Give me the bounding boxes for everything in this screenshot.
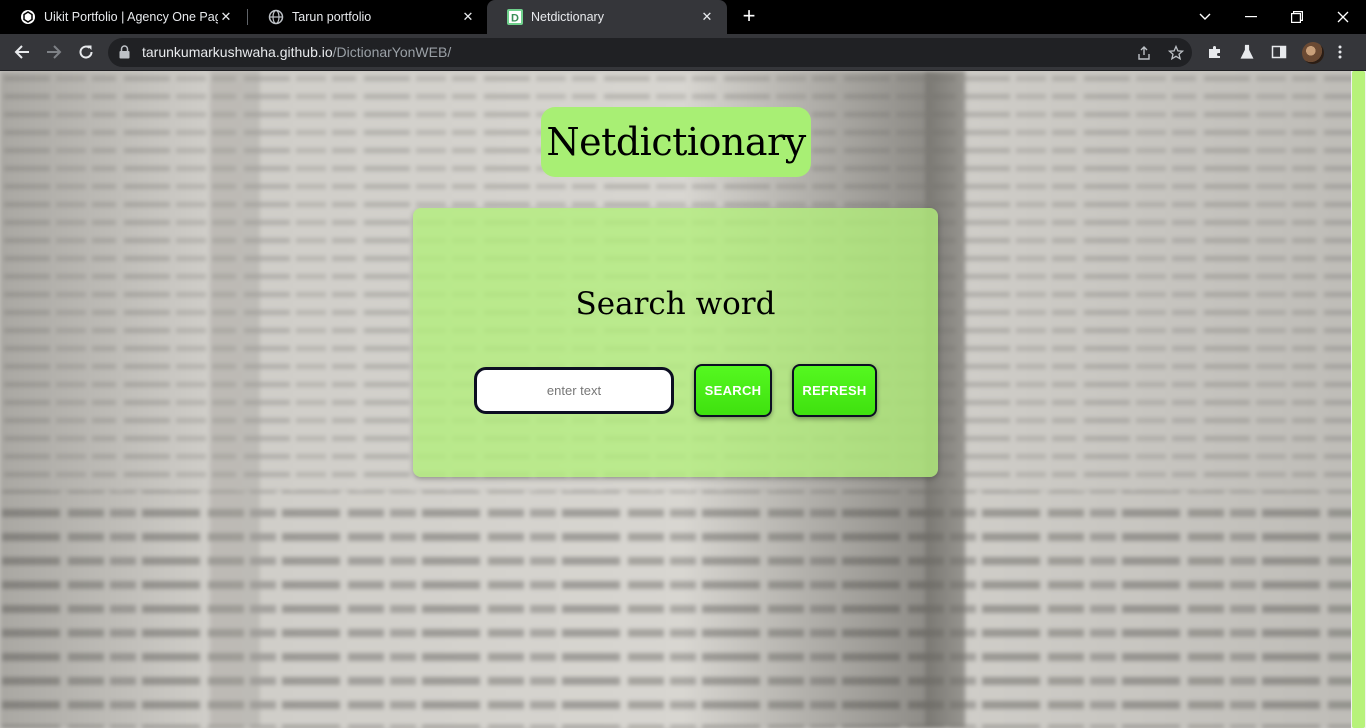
more-options-kebab-icon[interactable] xyxy=(1330,42,1350,62)
tab-title: Netdictionary xyxy=(531,10,604,24)
lock-icon[interactable] xyxy=(119,45,130,64)
share-icon[interactable] xyxy=(1134,43,1154,63)
svg-text:D: D xyxy=(511,13,519,25)
globe-icon xyxy=(268,9,284,25)
restore-icon[interactable] xyxy=(1274,0,1320,34)
scrollbar-thumb[interactable] xyxy=(1352,71,1365,728)
site-title: Netdictionary xyxy=(541,107,811,177)
tab-search-chevron-icon[interactable] xyxy=(1182,0,1228,34)
url-path: /DictionarYonWEB/ xyxy=(332,44,452,60)
close-window-icon[interactable] xyxy=(1320,0,1366,34)
search-card: Search word SEARCH REFRESH xyxy=(413,208,938,477)
page-scrollbar[interactable] xyxy=(1351,71,1366,728)
tab-tarun-portfolio[interactable]: Tarun portfolio ✕ xyxy=(248,0,488,34)
tab-title: Tarun portfolio xyxy=(292,10,372,24)
browser-toolbar: tarunkumarkushwaha.github.io/DictionarYo… xyxy=(0,34,1366,71)
url-host: tarunkumarkushwaha.github.io xyxy=(142,44,333,60)
tab-uikit-portfolio[interactable]: Uikit Portfolio | Agency One Page ✕ xyxy=(0,0,246,34)
search-input[interactable] xyxy=(474,367,674,414)
uikit-logo-icon xyxy=(20,9,36,25)
close-tab-icon[interactable]: ✕ xyxy=(218,9,234,25)
tab-title: Uikit Portfolio | Agency One Page xyxy=(44,10,218,24)
forward-arrow-icon[interactable] xyxy=(40,38,68,66)
profile-avatar[interactable] xyxy=(1302,42,1324,64)
side-panel-icon[interactable] xyxy=(1269,42,1289,62)
new-tab-button[interactable]: + xyxy=(737,5,761,29)
back-arrow-icon[interactable] xyxy=(8,38,36,66)
search-button[interactable]: SEARCH xyxy=(694,364,772,417)
browser-tab-strip: Uikit Portfolio | Agency One Page ✕ Taru… xyxy=(0,0,1366,34)
labs-flask-icon[interactable] xyxy=(1237,42,1257,62)
url-text[interactable]: tarunkumarkushwaha.github.io/DictionarYo… xyxy=(142,38,451,67)
extensions-puzzle-icon[interactable] xyxy=(1205,42,1225,62)
close-tab-icon[interactable]: ✕ xyxy=(699,9,715,25)
minimize-icon[interactable] xyxy=(1228,0,1274,34)
bookmark-star-icon[interactable] xyxy=(1166,43,1186,63)
refresh-button[interactable]: REFRESH xyxy=(792,364,877,417)
reload-icon[interactable] xyxy=(72,38,100,66)
letter-d-icon: D xyxy=(507,9,523,25)
search-heading: Search word xyxy=(575,286,776,322)
address-bar[interactable]: tarunkumarkushwaha.github.io/DictionarYo… xyxy=(108,38,1192,67)
page-viewport: Netdictionary Search word SEARCH REFRESH xyxy=(0,71,1366,728)
close-tab-icon[interactable]: ✕ xyxy=(460,9,476,25)
tab-netdictionary[interactable]: D Netdictionary ✕ xyxy=(487,0,727,34)
